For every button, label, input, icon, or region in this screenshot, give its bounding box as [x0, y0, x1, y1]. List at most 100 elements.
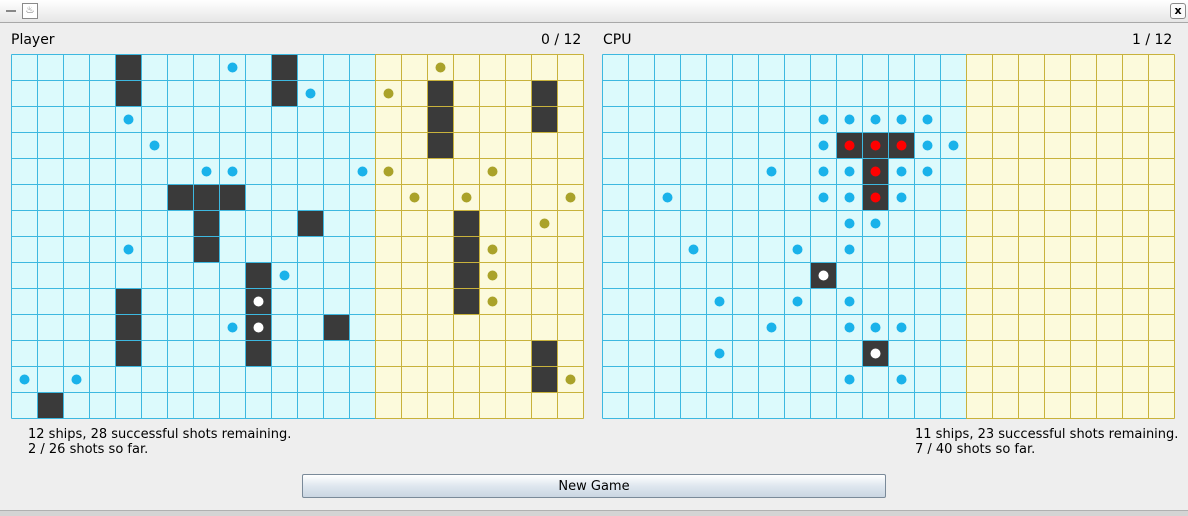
- player-ship-cell: [115, 80, 142, 107]
- cpu-miss-marker: [792, 296, 803, 307]
- player-score: 0 / 12: [541, 32, 582, 48]
- player-ship-cell: [531, 340, 558, 367]
- player-ship-cell: [193, 236, 220, 263]
- cpu-miss-marker: [870, 218, 881, 229]
- cpu-miss-marker: [844, 296, 855, 307]
- cpu-miss-marker: [870, 322, 881, 333]
- player-miss-marker: [227, 322, 238, 333]
- player-ship-cell: [427, 132, 454, 159]
- player-reserve-marker: [383, 166, 394, 177]
- player-miss-marker: [71, 374, 82, 385]
- cpu-miss-marker: [844, 114, 855, 125]
- new-game-button[interactable]: New Game: [302, 474, 886, 498]
- player-ship-cell: [323, 314, 350, 341]
- cpu-score: 1 / 12: [1132, 32, 1173, 48]
- player-ship-cell: [427, 106, 454, 133]
- cpu-miss-marker: [844, 374, 855, 385]
- minimize-icon[interactable]: [6, 5, 16, 15]
- cpu-miss-marker: [818, 166, 829, 177]
- cpu-miss-marker: [870, 114, 881, 125]
- cpu-sunk-marker: [896, 140, 907, 151]
- cpu-miss-marker: [844, 244, 855, 255]
- player-ship-cell: [167, 184, 194, 211]
- player-ship-cell: [219, 184, 246, 211]
- cpu-miss-marker: [844, 322, 855, 333]
- window-bottom-edge: [0, 510, 1188, 516]
- cpu-miss-marker: [818, 114, 829, 125]
- close-icon[interactable]: x: [1170, 3, 1186, 19]
- player-reserve-marker: [487, 166, 498, 177]
- cpu-title: CPU: [603, 32, 632, 48]
- player-ship-cell: [271, 80, 298, 107]
- cpu-miss-marker: [714, 348, 725, 359]
- player-miss-marker: [357, 166, 368, 177]
- cpu-miss-marker: [844, 166, 855, 177]
- player-ship-cell: [115, 340, 142, 367]
- player-ship-cell: [297, 210, 324, 237]
- player-reserve-marker: [435, 62, 446, 73]
- player-miss-marker: [305, 88, 316, 99]
- player-ship-cell: [245, 262, 272, 289]
- player-miss-marker: [149, 140, 160, 151]
- cpu-miss-marker: [766, 322, 777, 333]
- player-ship-cell: [115, 54, 142, 81]
- cpu-miss-marker: [818, 192, 829, 203]
- player-miss-marker: [123, 114, 134, 125]
- player-reserve-marker: [565, 192, 576, 203]
- cpu-miss-marker: [922, 140, 933, 151]
- new-game-label: New Game: [558, 478, 630, 494]
- player-ship-cell: [193, 210, 220, 237]
- cpu-miss-marker: [922, 114, 933, 125]
- cpu-miss-marker: [792, 244, 803, 255]
- window-titlebar: ♨ x: [0, 0, 1188, 23]
- cpu-board[interactable]: [602, 54, 1177, 424]
- cpu-status-ships: 11 ships, 23 successful shots remaining.: [915, 427, 1179, 442]
- cpu-sunk-marker: [870, 166, 881, 177]
- player-ship-cell: [115, 288, 142, 315]
- cpu-miss-marker: [818, 140, 829, 151]
- cpu-miss-marker: [896, 374, 907, 385]
- player-ship-cell: [453, 262, 480, 289]
- player-ship-cell: [453, 288, 480, 315]
- cpu-miss-marker: [844, 192, 855, 203]
- cpu-hit-marker: [870, 348, 881, 359]
- player-status-shots: 2 / 26 shots so far.: [28, 442, 149, 457]
- player-ship-cell: [453, 236, 480, 263]
- player-reserve-marker: [539, 218, 550, 229]
- cpu-status-shots: 7 / 40 shots so far.: [915, 442, 1036, 457]
- player-miss-marker: [123, 244, 134, 255]
- cpu-sunk-marker: [844, 140, 855, 151]
- player-miss-marker: [227, 166, 238, 177]
- player-ship-cell: [271, 54, 298, 81]
- player-reserve-marker: [565, 374, 576, 385]
- cpu-miss-marker: [714, 296, 725, 307]
- cpu-miss-marker: [896, 166, 907, 177]
- player-miss-marker: [19, 374, 30, 385]
- player-reserve-marker: [409, 192, 420, 203]
- player-ship-cell: [531, 80, 558, 107]
- cpu-miss-marker: [896, 192, 907, 203]
- player-ship-cell: [115, 314, 142, 341]
- player-miss-marker: [201, 166, 212, 177]
- cpu-miss-marker: [922, 166, 933, 177]
- cpu-miss-marker: [896, 114, 907, 125]
- player-ship-cell: [37, 392, 64, 419]
- cpu-miss-marker: [844, 218, 855, 229]
- player-ship-cell: [531, 366, 558, 393]
- cpu-miss-marker: [766, 166, 777, 177]
- player-ship-cell: [453, 210, 480, 237]
- player-ship-cell: [427, 80, 454, 107]
- cpu-miss-marker: [948, 140, 959, 151]
- cpu-sunk-marker: [870, 192, 881, 203]
- cpu-hit-marker: [818, 270, 829, 281]
- player-hit-marker: [253, 322, 264, 333]
- cpu-miss-marker: [688, 244, 699, 255]
- java-app-icon: ♨: [22, 3, 38, 19]
- player-ship-cell: [193, 184, 220, 211]
- cpu-miss-marker: [896, 322, 907, 333]
- player-hit-marker: [253, 296, 264, 307]
- player-title: Player: [11, 32, 55, 48]
- cpu-sunk-marker: [870, 140, 881, 151]
- player-reserve-marker: [383, 88, 394, 99]
- player-board[interactable]: [11, 54, 586, 424]
